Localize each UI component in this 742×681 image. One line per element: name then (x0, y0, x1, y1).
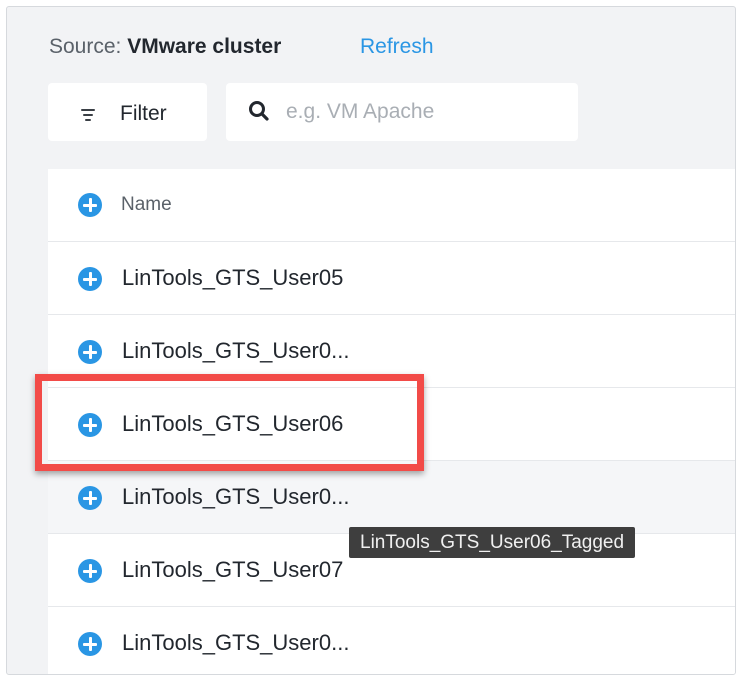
vm-name: LinTools_GTS_User0... (122, 630, 350, 655)
table-row[interactable]: LinTools_GTS_User0... (48, 461, 735, 534)
filter-button[interactable]: Filter (48, 83, 207, 141)
source-name: VMware cluster (127, 35, 282, 58)
filter-icon (81, 109, 95, 121)
filter-label: Filter (120, 102, 167, 125)
add-all-plus-icon[interactable] (78, 193, 102, 217)
vm-name: LinTools_GTS_User0... (122, 338, 350, 363)
add-plus-icon[interactable] (78, 267, 102, 291)
vm-name: LinTools_GTS_User0... (122, 484, 350, 509)
highlight-box (35, 374, 424, 471)
search-input[interactable] (284, 95, 568, 129)
table-row[interactable]: LinTools_GTS_User0... (48, 607, 735, 674)
table-row[interactable]: LinTools_GTS_User05 (48, 242, 735, 315)
vm-list-panel: Source: VMware cluster Refresh Filter Na… (6, 6, 736, 675)
add-plus-icon[interactable] (78, 486, 102, 510)
search-icon (249, 101, 269, 121)
name-tooltip: LinTools_GTS_User06_Tagged (349, 527, 636, 558)
search-box[interactable] (226, 83, 578, 141)
table-header: Name (48, 169, 735, 242)
source-prefix: Source: (49, 35, 128, 58)
refresh-link[interactable]: Refresh (360, 35, 434, 59)
vm-name: LinTools_GTS_User07 (122, 557, 344, 582)
add-plus-icon[interactable] (78, 632, 102, 656)
column-header-name[interactable]: Name (121, 194, 172, 216)
add-plus-icon[interactable] (78, 340, 102, 364)
add-plus-icon[interactable] (78, 559, 102, 583)
source-label: Source: VMware cluster (49, 35, 281, 59)
vm-name: LinTools_GTS_User05 (122, 265, 344, 290)
